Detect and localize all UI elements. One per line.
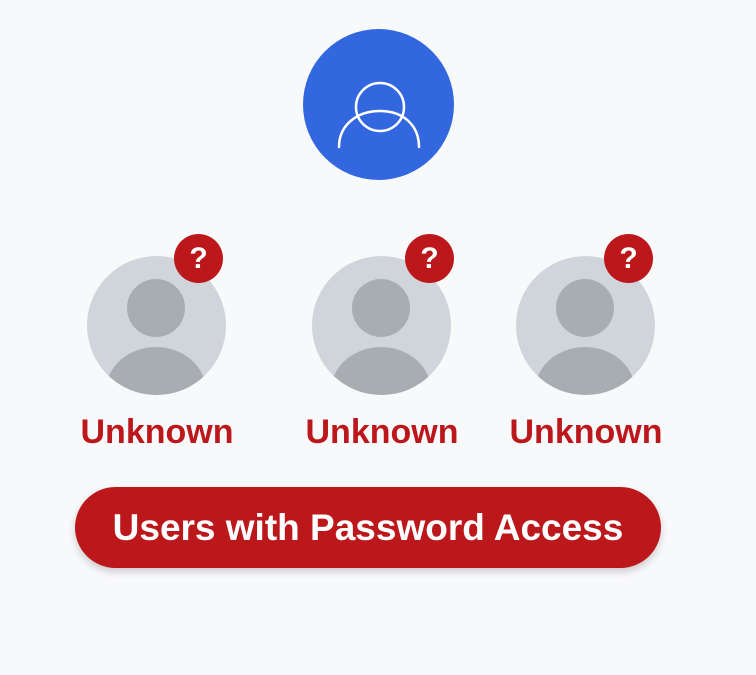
user-outline-icon	[337, 81, 421, 149]
password-access-banner: Users with Password Access	[75, 487, 661, 568]
unknown-user-3: ? Unknown	[496, 234, 676, 454]
unknown-user-1: ? Unknown	[67, 234, 247, 454]
unknown-user-2: ? Unknown	[292, 234, 472, 454]
question-badge: ?	[405, 234, 454, 283]
unknown-label: Unknown	[80, 413, 234, 451]
question-badge: ?	[604, 234, 653, 283]
owner-avatar	[303, 29, 454, 180]
question-badge: ?	[174, 234, 223, 283]
unknown-label: Unknown	[305, 413, 459, 451]
unknown-label: Unknown	[509, 413, 663, 451]
